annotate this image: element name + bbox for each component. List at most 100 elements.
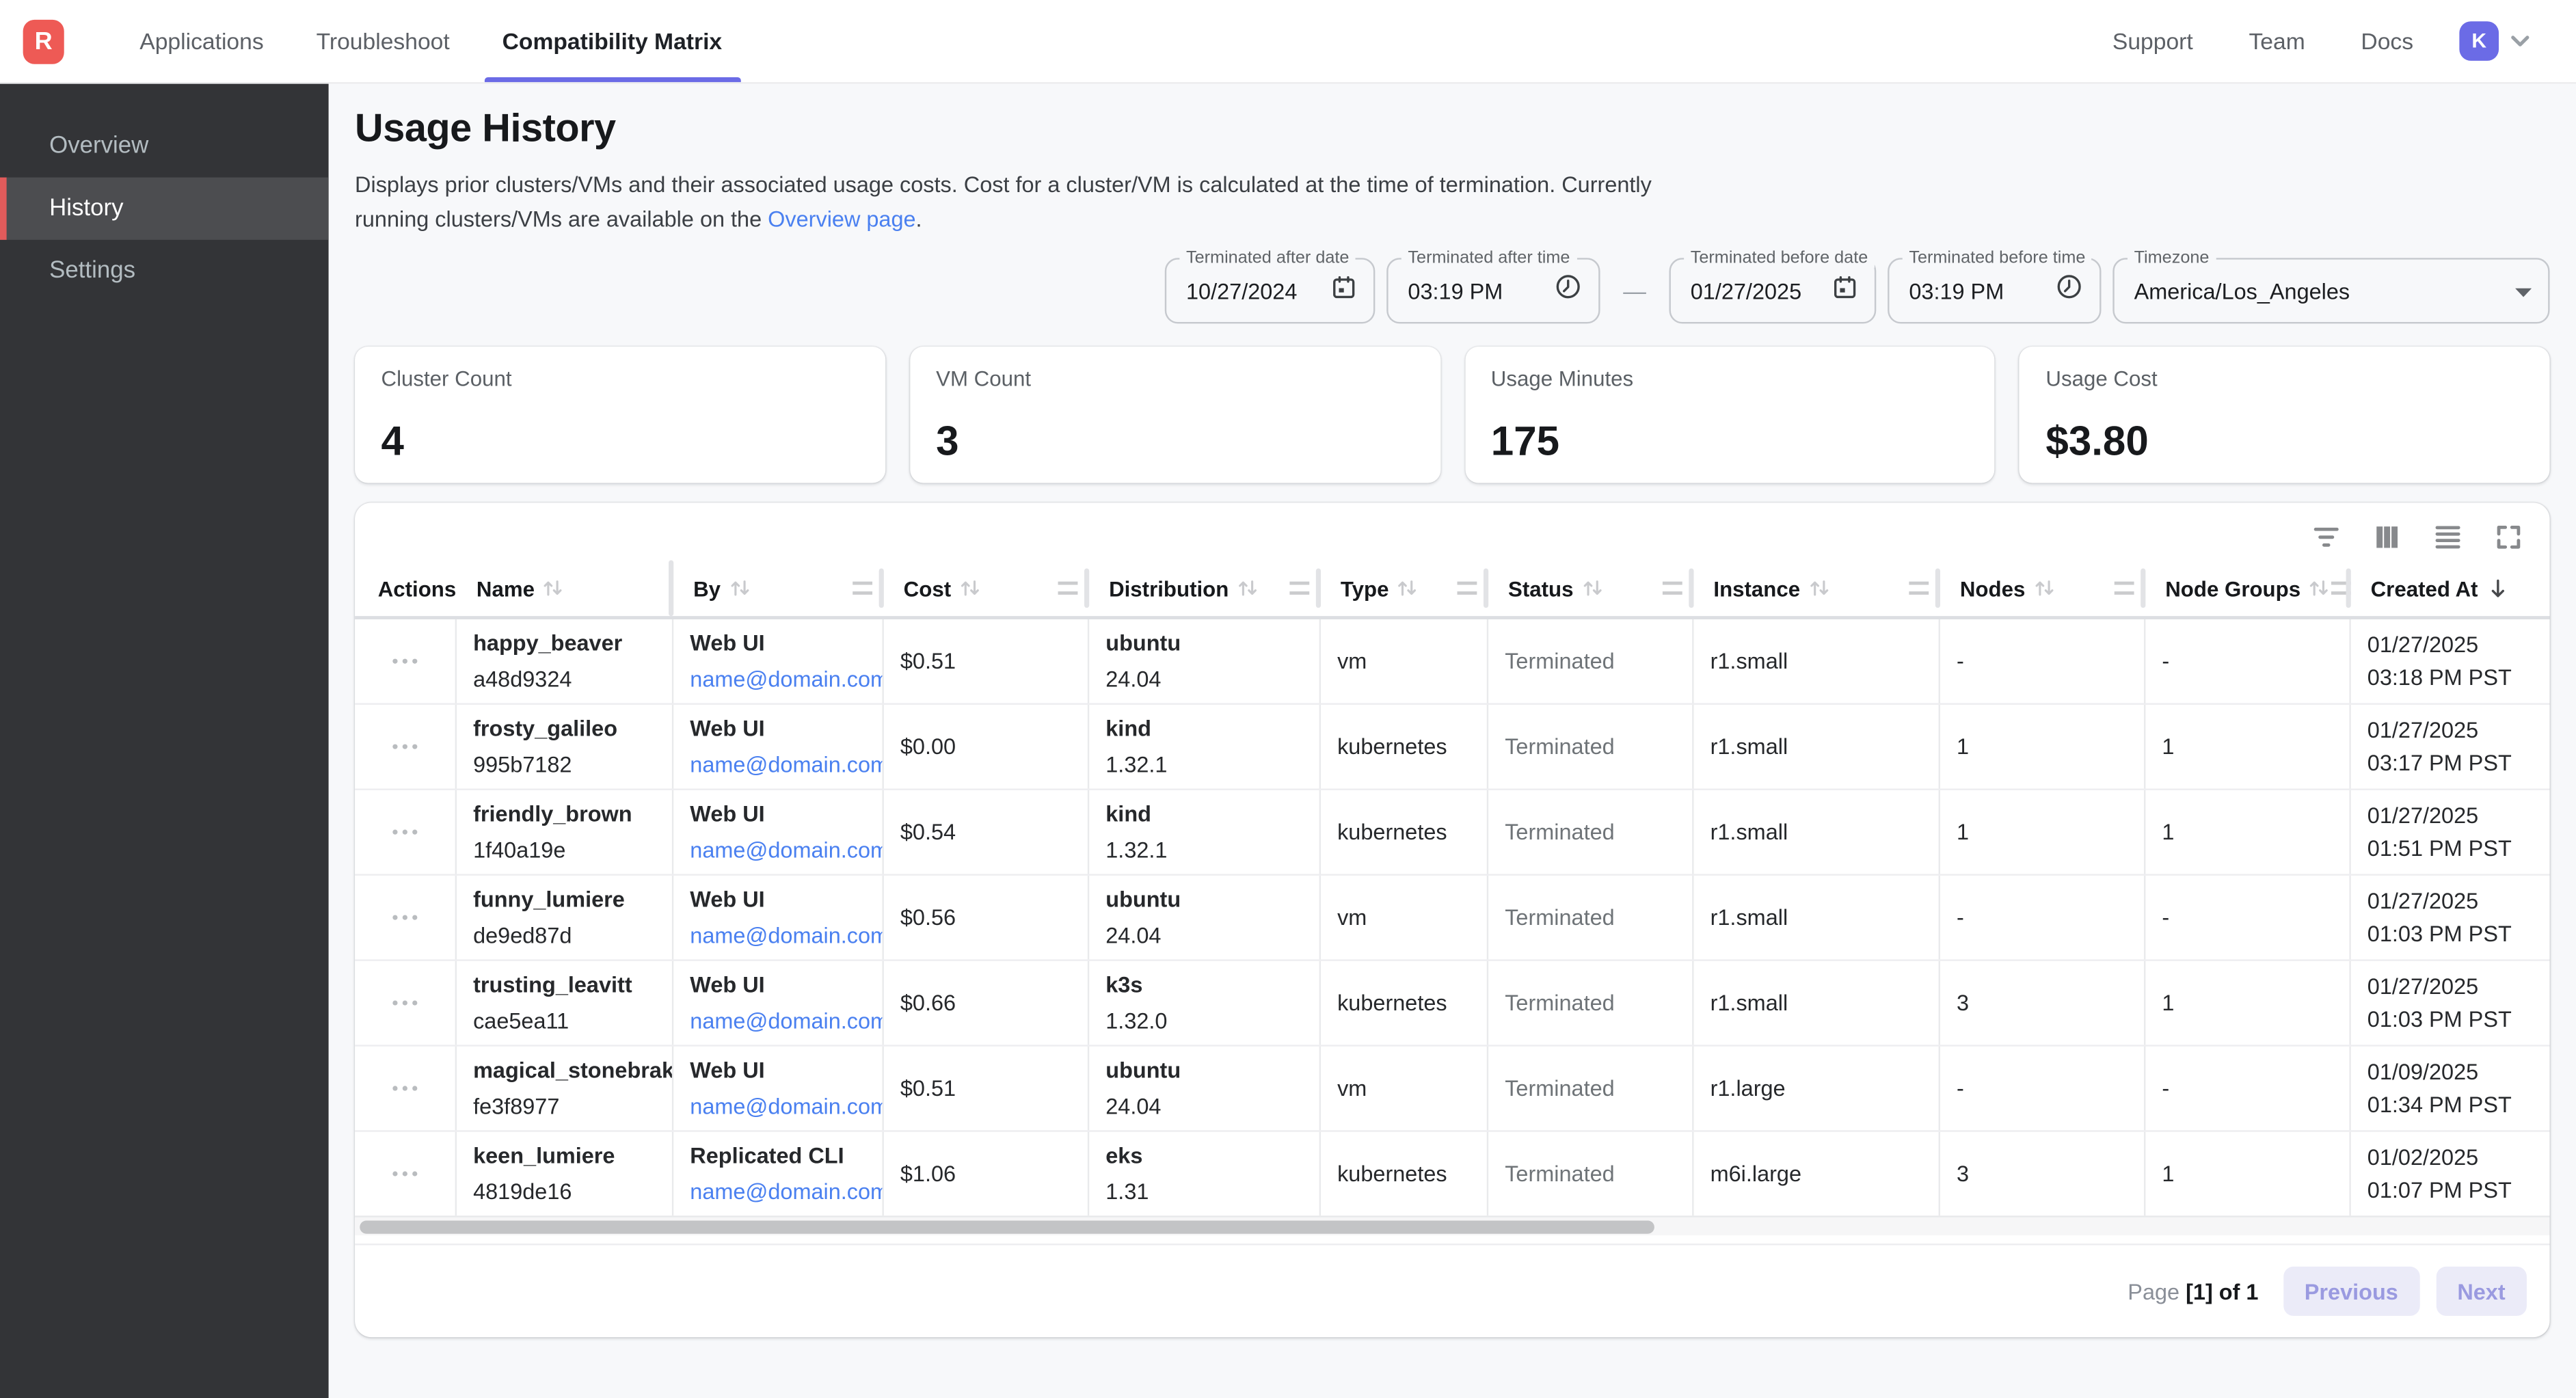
column-separator[interactable] [879, 568, 884, 608]
cell-type: vm [1321, 876, 1488, 960]
fullscreen-icon[interactable] [2494, 522, 2523, 552]
sidebar-item-history[interactable]: History [0, 178, 329, 240]
table-toolbar [355, 502, 2549, 560]
row-actions-button[interactable] [355, 876, 457, 960]
column-label: Cost [904, 576, 951, 600]
timezone-select[interactable]: Timezone America/Los_Angeles [2112, 258, 2549, 323]
column-drag-handle-icon[interactable] [1058, 582, 1078, 595]
terminated-after-date-field[interactable]: Terminated after date 10/27/2024 [1165, 258, 1376, 323]
column-header-type[interactable]: Type [1321, 560, 1488, 616]
caret-down-icon[interactable] [2515, 276, 2532, 306]
column-drag-handle-icon[interactable] [2115, 582, 2134, 595]
cell-version: 1.32.1 [1105, 838, 1302, 863]
ellipsis-icon [392, 915, 418, 920]
cell-email-link[interactable]: name@domain.com [690, 838, 866, 863]
clock-icon[interactable] [1554, 273, 1582, 309]
column-header-status[interactable]: Status [1488, 560, 1693, 616]
sort-icon [1580, 576, 1605, 600]
nav-item-applications[interactable]: Applications [113, 0, 290, 82]
sort-icon [1807, 576, 1832, 600]
table-row: frosty_galileo995b7182 Web UIname@domain… [355, 703, 2549, 789]
cell-email-link[interactable]: name@domain.com [690, 1008, 866, 1033]
column-label: Node Groups [2165, 576, 2300, 600]
cell-email-link[interactable]: name@domain.com [690, 667, 866, 692]
row-actions-button[interactable] [355, 790, 457, 874]
column-header-by[interactable]: By [673, 560, 884, 616]
row-actions-button[interactable] [355, 1047, 457, 1131]
cell-email-link[interactable]: name@domain.com [690, 1179, 866, 1204]
nav-item-compatibility-matrix[interactable]: Compatibility Matrix [476, 0, 748, 82]
primary-nav: Applications Troubleshoot Compatibility … [113, 0, 749, 82]
table-row: trusting_leavittcae5ea11 Web UIname@doma… [355, 959, 2549, 1045]
calendar-icon[interactable] [1832, 273, 1857, 308]
cell-instance: r1.small [1694, 619, 1940, 703]
cell-nodes: 1 [1940, 705, 2145, 789]
next-page-button[interactable]: Next [2436, 1267, 2527, 1316]
columns-icon[interactable] [2372, 522, 2402, 552]
column-header-created-at[interactable]: Created At [2351, 560, 2550, 616]
column-header-cost[interactable]: Cost [884, 560, 1089, 616]
date-range-separator: — [1623, 278, 1646, 304]
column-header-instance[interactable]: Instance [1694, 560, 1940, 616]
column-separator[interactable] [2346, 568, 2351, 608]
density-icon[interactable] [2433, 522, 2463, 552]
column-drag-handle-icon[interactable] [1663, 582, 1682, 595]
ellipsis-icon [392, 1171, 418, 1177]
column-header-distribution[interactable]: Distribution [1089, 560, 1321, 616]
column-separator[interactable] [1689, 568, 1693, 608]
sidebar-item-settings[interactable]: Settings [0, 240, 329, 302]
avatar[interactable]: K [2459, 21, 2499, 61]
nav-item-team[interactable]: Team [2221, 28, 2333, 54]
cell-email-link[interactable]: name@domain.com [690, 1094, 866, 1118]
nav-item-support[interactable]: Support [2084, 28, 2221, 54]
column-drag-handle-icon[interactable] [1909, 582, 1929, 595]
cell-status: Terminated [1488, 790, 1693, 874]
cell-id: cae5ea11 [473, 1008, 656, 1033]
column-header-name[interactable]: Name [457, 560, 673, 616]
scrollbar-thumb[interactable] [360, 1220, 1654, 1233]
nav-item-troubleshoot[interactable]: Troubleshoot [290, 0, 476, 82]
cell-nodes: 3 [1940, 1132, 2145, 1216]
filter-icon[interactable] [2311, 522, 2341, 552]
field-value: America/Los_Angeles [2134, 278, 2516, 303]
row-actions-button[interactable] [355, 619, 457, 703]
column-header-nodes[interactable]: Nodes [1940, 560, 2145, 616]
nav-item-docs[interactable]: Docs [2333, 28, 2441, 54]
row-actions-button[interactable] [355, 961, 457, 1045]
cell-email-link[interactable]: name@domain.com [690, 753, 866, 777]
calendar-icon[interactable] [1330, 273, 1356, 308]
column-separator[interactable] [1084, 568, 1089, 608]
cell-node-groups: - [2145, 876, 2350, 960]
cell-id: a48d9324 [473, 667, 656, 692]
sidebar-item-overview[interactable]: Overview [0, 115, 329, 177]
column-separator[interactable] [1484, 568, 1488, 608]
terminated-before-date-field[interactable]: Terminated before date 01/27/2025 [1669, 258, 1877, 323]
previous-page-button[interactable]: Previous [2283, 1267, 2420, 1316]
cell-email-link[interactable]: name@domain.com [690, 924, 866, 948]
terminated-after-time-field[interactable]: Terminated after time 03:19 PM [1386, 258, 1600, 323]
column-separator[interactable] [1316, 568, 1321, 608]
cell-version: 24.04 [1105, 1094, 1302, 1118]
replicated-logo[interactable]: R [23, 19, 64, 64]
column-drag-handle-icon[interactable] [1458, 582, 1477, 595]
column-drag-handle-icon[interactable] [1289, 582, 1309, 595]
clock-icon[interactable] [2055, 273, 2083, 309]
stat-value: 3 [936, 419, 1414, 467]
row-actions-button[interactable] [355, 705, 457, 789]
column-header-node-groups[interactable]: Node Groups [2145, 560, 2350, 616]
field-value: 03:19 PM [1408, 278, 1554, 303]
field-label: Terminated before time [1903, 248, 2092, 268]
column-separator[interactable] [1935, 568, 1940, 608]
column-separator[interactable] [2141, 568, 2145, 608]
row-actions-button[interactable] [355, 1132, 457, 1216]
chevron-down-icon[interactable] [2507, 28, 2533, 54]
cell-version: 24.04 [1105, 667, 1302, 692]
horizontal-scrollbar[interactable] [355, 1215, 2549, 1235]
description-period: . [916, 207, 922, 232]
column-separator[interactable] [669, 560, 673, 616]
cell-cost: $0.51 [884, 619, 1089, 703]
terminated-before-time-field[interactable]: Terminated before time 03:19 PM [1888, 258, 2101, 323]
column-drag-handle-icon[interactable] [853, 582, 872, 595]
cell-distribution: eks [1105, 1144, 1302, 1168]
overview-page-link[interactable]: Overview page [768, 207, 915, 232]
